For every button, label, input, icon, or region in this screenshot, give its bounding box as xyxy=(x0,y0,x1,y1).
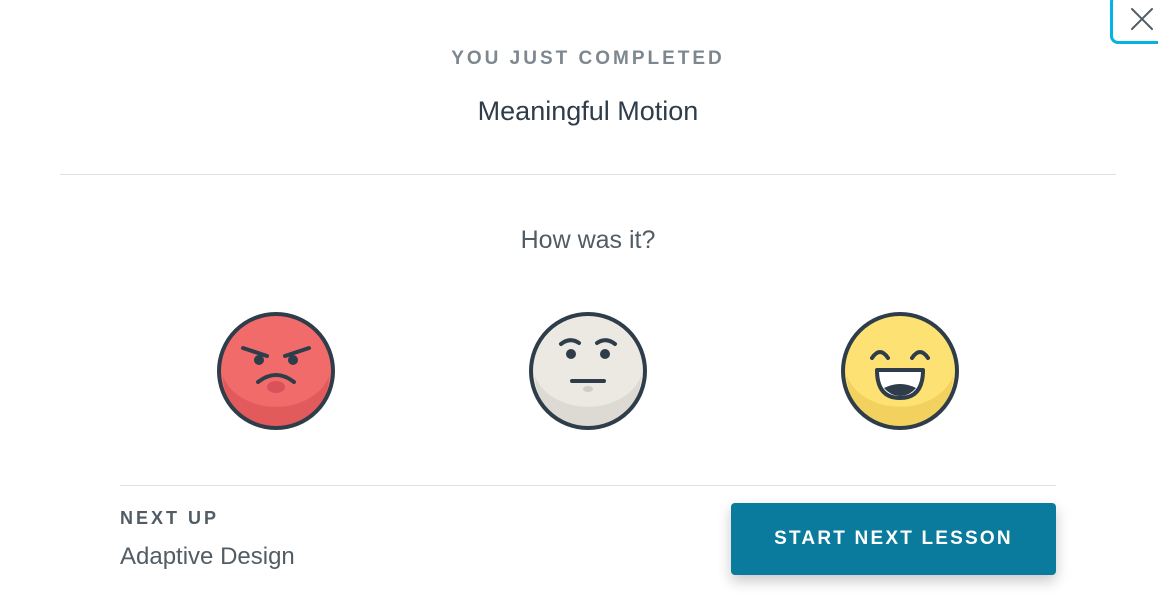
neutral-face-icon xyxy=(529,312,647,430)
rating-neutral-button[interactable] xyxy=(527,310,649,432)
rating-happy-button[interactable] xyxy=(839,310,961,432)
completed-eyebrow: YOU JUST COMPLETED xyxy=(451,48,725,69)
angry-face-icon xyxy=(217,312,335,430)
rating-question: How was it? xyxy=(520,226,656,254)
next-up-label: NEXT UP xyxy=(120,508,220,528)
next-lesson-title: Adaptive Design xyxy=(120,543,295,570)
close-button[interactable] xyxy=(1110,0,1158,44)
rating-angry-button[interactable] xyxy=(215,310,337,432)
start-next-lesson-button[interactable]: START NEXT LESSON xyxy=(731,503,1056,575)
divider xyxy=(120,485,1056,486)
happy-face-icon xyxy=(841,312,959,430)
close-icon xyxy=(1131,8,1153,30)
lesson-title: Meaningful Motion xyxy=(477,96,699,126)
divider xyxy=(60,174,1116,175)
